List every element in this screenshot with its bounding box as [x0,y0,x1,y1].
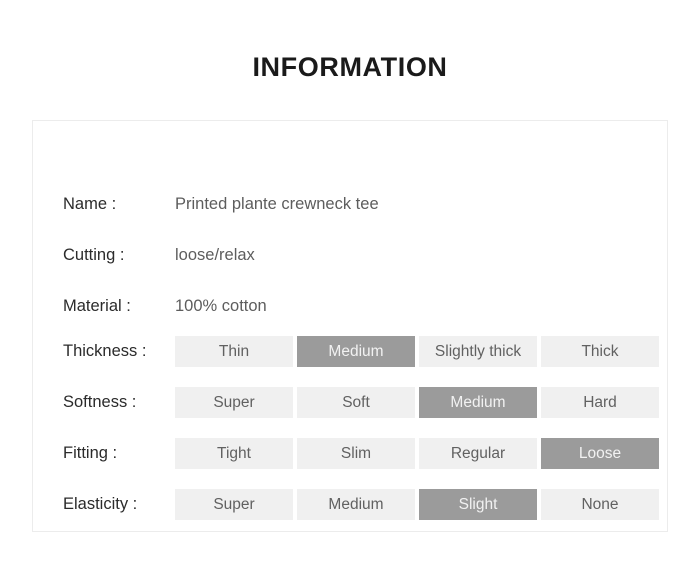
option-softness-3[interactable]: Hard [541,387,659,418]
option-thickness-3[interactable]: Thick [541,336,659,367]
option-row-fitting: Fitting : Tight Slim Regular Loose [63,428,659,479]
option-group-elasticity: Super Medium Slight None [175,489,659,520]
option-fitting-1[interactable]: Slim [297,438,415,469]
option-fitting-0[interactable]: Tight [175,438,293,469]
option-row-list: Thickness : Thin Medium Slightly thick T… [63,326,659,530]
option-elasticity-3[interactable]: None [541,489,659,520]
option-label-softness: Softness : [63,393,137,411]
option-elasticity-2[interactable]: Slight [419,489,537,520]
text-detail-list: Name : Printed plante crewneck tee Cutti… [63,179,643,332]
option-softness-2[interactable]: Medium [419,387,537,418]
detail-row-material: Material : 100% cotton [63,281,643,332]
option-softness-0[interactable]: Super [175,387,293,418]
option-thickness-1[interactable]: Medium [297,336,415,367]
option-row-softness: Softness : Super Soft Medium Hard [63,377,659,428]
option-label-fitting: Fitting : [63,444,118,462]
option-group-fitting: Tight Slim Regular Loose [175,438,659,469]
option-row-elasticity: Elasticity : Super Medium Slight None [63,479,659,530]
detail-label-name: Name : [63,195,117,213]
detail-value-cutting: loose/relax [175,246,255,264]
option-label-thickness: Thickness : [63,342,147,360]
option-group-softness: Super Soft Medium Hard [175,387,659,418]
option-fitting-2[interactable]: Regular [419,438,537,469]
option-fitting-3[interactable]: Loose [541,438,659,469]
detail-value-name: Printed plante crewneck tee [175,195,379,213]
option-softness-1[interactable]: Soft [297,387,415,418]
detail-row-name: Name : Printed plante crewneck tee [63,179,643,230]
option-elasticity-1[interactable]: Medium [297,489,415,520]
page-title: INFORMATION [252,52,448,82]
option-thickness-0[interactable]: Thin [175,336,293,367]
option-group-thickness: Thin Medium Slightly thick Thick [175,336,659,367]
detail-row-cutting: Cutting : loose/relax [63,230,643,281]
detail-label-cutting: Cutting : [63,246,125,264]
option-elasticity-0[interactable]: Super [175,489,293,520]
option-thickness-2[interactable]: Slightly thick [419,336,537,367]
detail-value-material: 100% cotton [175,297,267,315]
information-card: Name : Printed plante crewneck tee Cutti… [32,120,668,532]
option-label-elasticity: Elasticity : [63,495,138,513]
option-row-thickness: Thickness : Thin Medium Slightly thick T… [63,326,659,377]
detail-label-material: Material : [63,297,131,315]
